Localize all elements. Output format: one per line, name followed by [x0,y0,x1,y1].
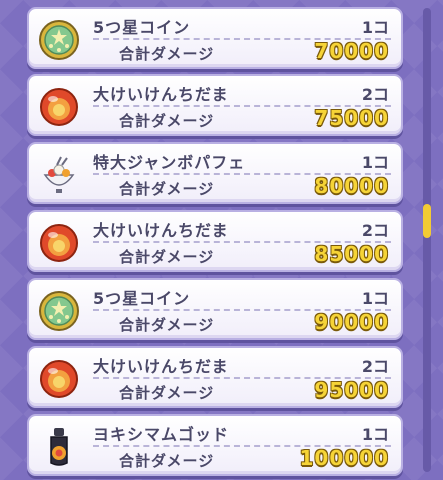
reward-row[interactable]: 5つ星コイン 1コ 合計ダメージ 70000 [27,7,403,69]
item-name: 大けいけんちだま [93,85,229,104]
item-name: 5つ星コイン [93,289,191,308]
reward-row[interactable]: 大けいけんちだま 2コ 合計ダメージ 75000 [27,74,403,136]
reward-row[interactable]: ヨキシマムゴッド 1コ 合計ダメージ 100000 [27,414,403,476]
total-damage-value: 95000 [314,378,389,402]
total-damage-value: 85000 [314,242,389,266]
total-damage-label: 合計ダメージ [119,180,215,198]
reward-row[interactable]: 大けいけんちだま 2コ 合計ダメージ 95000 [27,346,403,408]
jumbo-parfait-icon [43,156,75,193]
item-count: 2コ [361,85,389,104]
item-count: 2コ [361,221,389,240]
five-star-coin-icon [39,20,79,60]
item-count: 1コ [361,425,389,444]
reward-row[interactable]: 5つ星コイン 1コ 合計ダメージ 90000 [27,278,403,340]
total-damage-value: 75000 [314,106,389,130]
total-damage-label: 合計ダメージ [119,316,215,334]
five-star-coin-icon [39,291,79,331]
item-count: 2コ [361,357,389,376]
item-count: 1コ [361,289,389,308]
total-damage-value: 90000 [314,310,389,334]
item-name: 5つ星コイン [93,18,191,37]
item-name: 大けいけんちだま [93,221,229,240]
total-damage-value: 100000 [299,446,389,470]
item-name: ヨキシマムゴッド [93,425,230,444]
total-damage-label: 合計ダメージ [119,452,215,470]
total-damage-label: 合計ダメージ [119,384,215,402]
total-damage-label: 合計ダメージ [119,248,215,266]
reward-row[interactable]: 大けいけんちだま 2コ 合計ダメージ 85000 [27,210,403,272]
total-damage-label: 合計ダメージ [119,112,215,130]
reward-row[interactable]: 特大ジャンボパフェ 1コ 合計ダメージ 80000 [27,142,403,204]
exp-orb-icon [40,224,78,262]
exp-orb-icon [40,360,78,398]
item-count: 1コ [361,153,389,172]
scrollbar-track[interactable] [423,8,431,472]
total-damage-value: 70000 [314,39,389,63]
yokishimamu-god-bottle-icon [50,428,68,466]
scrollbar-thumb[interactable] [423,204,431,238]
item-name: 特大ジャンボパフェ [93,153,246,172]
item-count: 1コ [361,18,389,37]
item-name: 大けいけんちだま [93,357,229,376]
total-damage-label: 合計ダメージ [119,45,215,63]
total-damage-value: 80000 [314,174,389,198]
exp-orb-icon [40,88,78,126]
